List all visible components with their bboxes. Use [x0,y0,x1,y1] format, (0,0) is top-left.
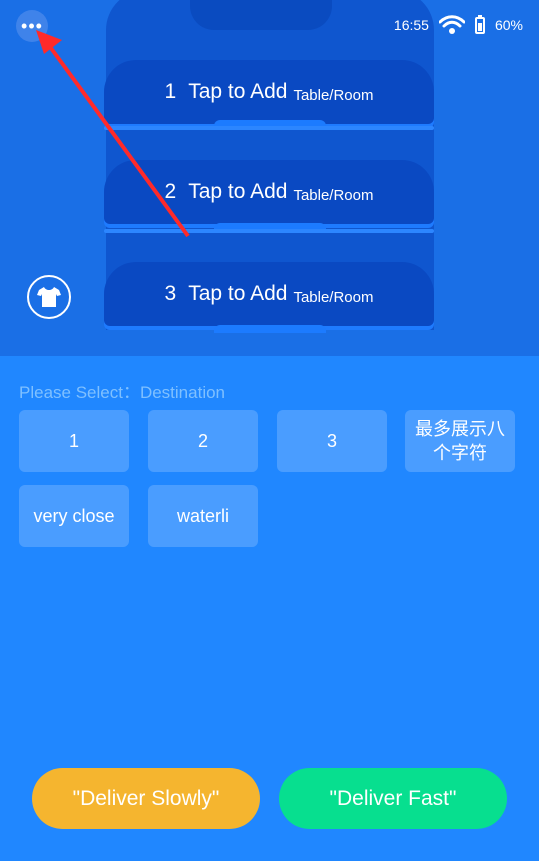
tray-label: Tap to Add [188,80,288,103]
wifi-icon [438,15,465,34]
tray-sub-label: Table/Room [293,186,374,204]
tray-1[interactable]: 1 Tap to Add Table/Room [104,60,434,124]
robot-tray-panel: 1 Tap to Add Table/Room 2 Tap to Add Tab… [0,0,539,356]
tray-3[interactable]: 3 Tap to Add Table/Room [104,262,434,326]
destination-option-waterli[interactable]: waterli [148,485,258,547]
battery-icon [474,14,485,34]
destination-option-4[interactable]: 最多展示八个字符 [405,410,515,472]
tray-sub-label: Table/Room [293,86,374,104]
destination-option-3[interactable]: 3 [277,410,387,472]
status-bar: 16:55 60% [394,12,523,38]
tray-number: 1 [164,80,177,103]
tray-label: Tap to Add [188,180,288,203]
destination-option-2[interactable]: 2 [148,410,258,472]
tray-divider-line [104,229,434,233]
tray-2[interactable]: 2 Tap to Add Table/Room [104,160,434,224]
robot-head [190,0,332,30]
destination-label: Please Select：Destination [19,383,226,402]
tray-divider-line [104,126,434,130]
deliver-fast-button[interactable]: "Deliver Fast" [279,768,507,829]
destination-option-very-close[interactable]: very close [19,485,129,547]
deliver-slowly-button[interactable]: "Deliver Slowly" [32,768,260,829]
shirt-button[interactable] [27,275,71,319]
more-dots-icon: ••• [21,15,43,36]
tray-number: 3 [164,282,177,305]
destination-option-1[interactable]: 1 [19,410,129,472]
tray-number: 2 [164,180,177,203]
tray-divider [214,325,326,333]
status-time: 16:55 [393,17,429,33]
more-options-button[interactable]: ••• [16,10,48,42]
tray-sub-label: Table/Room [293,288,374,306]
battery-percent: 60% [494,17,523,33]
shirt-icon [37,287,61,307]
tray-label: Tap to Add [188,282,288,305]
